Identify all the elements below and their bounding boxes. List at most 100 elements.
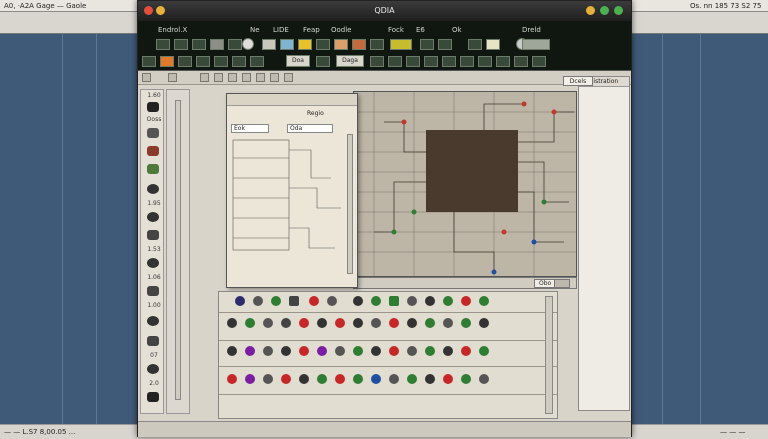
ground-icon[interactable]	[147, 392, 159, 402]
menu-item-endrol[interactable]: Endrol.X	[158, 26, 187, 34]
view-icon[interactable]	[142, 73, 151, 82]
canvas-footer-button[interactable]: Obo	[534, 279, 557, 288]
diode-icon[interactable]	[147, 164, 159, 174]
split-icon[interactable]	[200, 73, 209, 82]
component-knob-icon[interactable]	[299, 374, 309, 384]
component-led-icon[interactable]	[353, 346, 363, 356]
switch-icon[interactable]	[147, 230, 159, 240]
knob-icon[interactable]	[147, 184, 159, 194]
panel-icon[interactable]	[168, 73, 177, 82]
arrow-icon[interactable]	[142, 56, 156, 67]
relay-icon[interactable]	[147, 286, 159, 296]
component-led-icon[interactable]	[479, 296, 489, 306]
resistor-icon[interactable]	[147, 128, 159, 138]
component-led-icon[interactable]	[461, 346, 471, 356]
undo-icon[interactable]	[178, 56, 192, 67]
component-led-icon[interactable]	[443, 374, 453, 384]
component-knob-icon[interactable]	[371, 346, 381, 356]
fill-icon[interactable]	[160, 56, 174, 67]
component-switch-icon[interactable]	[289, 296, 299, 306]
component-led-icon[interactable]	[317, 374, 327, 384]
export-icon[interactable]	[532, 56, 546, 67]
palette-scrollbar[interactable]	[175, 100, 181, 400]
open-icon[interactable]	[174, 39, 188, 50]
column-icon[interactable]	[228, 73, 237, 82]
component-led-icon[interactable]	[425, 346, 435, 356]
menu-item-oodle[interactable]: Oodle	[331, 26, 352, 34]
doa-tool-button[interactable]: Doa	[286, 55, 310, 67]
component-knob-icon[interactable]	[317, 318, 327, 328]
component-led-icon[interactable]	[299, 318, 309, 328]
component-jack-icon[interactable]	[443, 318, 453, 328]
component-knob-icon[interactable]	[443, 346, 453, 356]
component-icon[interactable]	[334, 39, 348, 50]
component-led-icon[interactable]	[245, 374, 255, 384]
component-led-icon[interactable]	[353, 374, 363, 384]
row-icon[interactable]	[242, 73, 251, 82]
wire-icon[interactable]	[352, 39, 366, 50]
component-led-icon[interactable]	[461, 374, 471, 384]
capacitor-icon[interactable]	[147, 146, 159, 156]
canvas-scroll-button[interactable]	[554, 279, 570, 288]
paste-icon[interactable]	[316, 39, 330, 50]
knob-icon[interactable]	[147, 316, 159, 326]
label-icon[interactable]	[460, 56, 474, 67]
component-knob-icon[interactable]	[227, 318, 237, 328]
title-bar[interactable]: QDIA	[138, 1, 631, 21]
measure-icon[interactable]	[316, 56, 330, 67]
component-led-icon[interactable]	[389, 346, 399, 356]
dock-button[interactable]: Dcels	[563, 76, 593, 86]
stack-icon[interactable]	[214, 73, 223, 82]
grid-icon[interactable]	[438, 39, 452, 50]
component-led-icon[interactable]	[461, 296, 471, 306]
component-led-icon[interactable]	[371, 374, 381, 384]
daga-tool-button[interactable]: Daga	[336, 55, 364, 67]
component-jack-icon[interactable]	[263, 374, 273, 384]
component-led-icon[interactable]	[299, 346, 309, 356]
highlight-icon[interactable]	[390, 39, 412, 50]
print-icon[interactable]	[210, 39, 224, 50]
ungroup-icon[interactable]	[284, 73, 293, 82]
component-knob-icon[interactable]	[235, 296, 245, 306]
component-led-icon[interactable]	[309, 296, 319, 306]
pin-icon[interactable]	[388, 56, 402, 67]
component-led-icon[interactable]	[317, 346, 327, 356]
check-icon[interactable]	[496, 56, 510, 67]
component-knob-icon[interactable]	[281, 318, 291, 328]
component-led-icon[interactable]	[281, 374, 291, 384]
component-knob-icon[interactable]	[425, 374, 435, 384]
group-icon[interactable]	[270, 73, 279, 82]
component-knob-icon[interactable]	[281, 346, 291, 356]
connector-icon[interactable]	[147, 336, 159, 346]
component-led-icon[interactable]	[271, 296, 281, 306]
component-led-icon[interactable]	[407, 374, 417, 384]
rotate-icon[interactable]	[214, 56, 228, 67]
component-jack-icon[interactable]	[253, 296, 263, 306]
component-jack-icon[interactable]	[389, 374, 399, 384]
play-icon[interactable]	[280, 39, 294, 50]
component-jack-icon[interactable]	[479, 374, 489, 384]
menu-item-ok[interactable]: Ok	[452, 26, 462, 34]
menu-item-feap[interactable]: Feap	[303, 26, 320, 34]
component-led-icon[interactable]	[227, 374, 237, 384]
align-icon[interactable]	[250, 56, 264, 67]
component-led-icon[interactable]	[245, 318, 255, 328]
knob-icon[interactable]	[147, 212, 159, 222]
note-icon[interactable]	[486, 39, 500, 50]
save-icon[interactable]	[192, 39, 206, 50]
inspector-field-a[interactable]: Eok	[231, 124, 269, 133]
pen-icon[interactable]	[370, 56, 384, 67]
menu-item-ne[interactable]: Ne	[250, 26, 260, 34]
copy-icon[interactable]	[262, 39, 276, 50]
select-icon[interactable]	[298, 39, 312, 50]
route-icon[interactable]	[478, 56, 492, 67]
component-jack-icon[interactable]	[371, 318, 381, 328]
component-led-icon[interactable]	[245, 346, 255, 356]
component-relay-icon[interactable]	[389, 296, 399, 306]
knob-icon[interactable]	[147, 364, 159, 374]
chip-icon[interactable]	[147, 102, 159, 112]
library-scrollbar[interactable]	[545, 296, 553, 414]
inspector-field-b[interactable]: Oda	[287, 124, 333, 133]
marker-icon[interactable]	[406, 56, 420, 67]
schematic-canvas[interactable]	[353, 91, 577, 277]
